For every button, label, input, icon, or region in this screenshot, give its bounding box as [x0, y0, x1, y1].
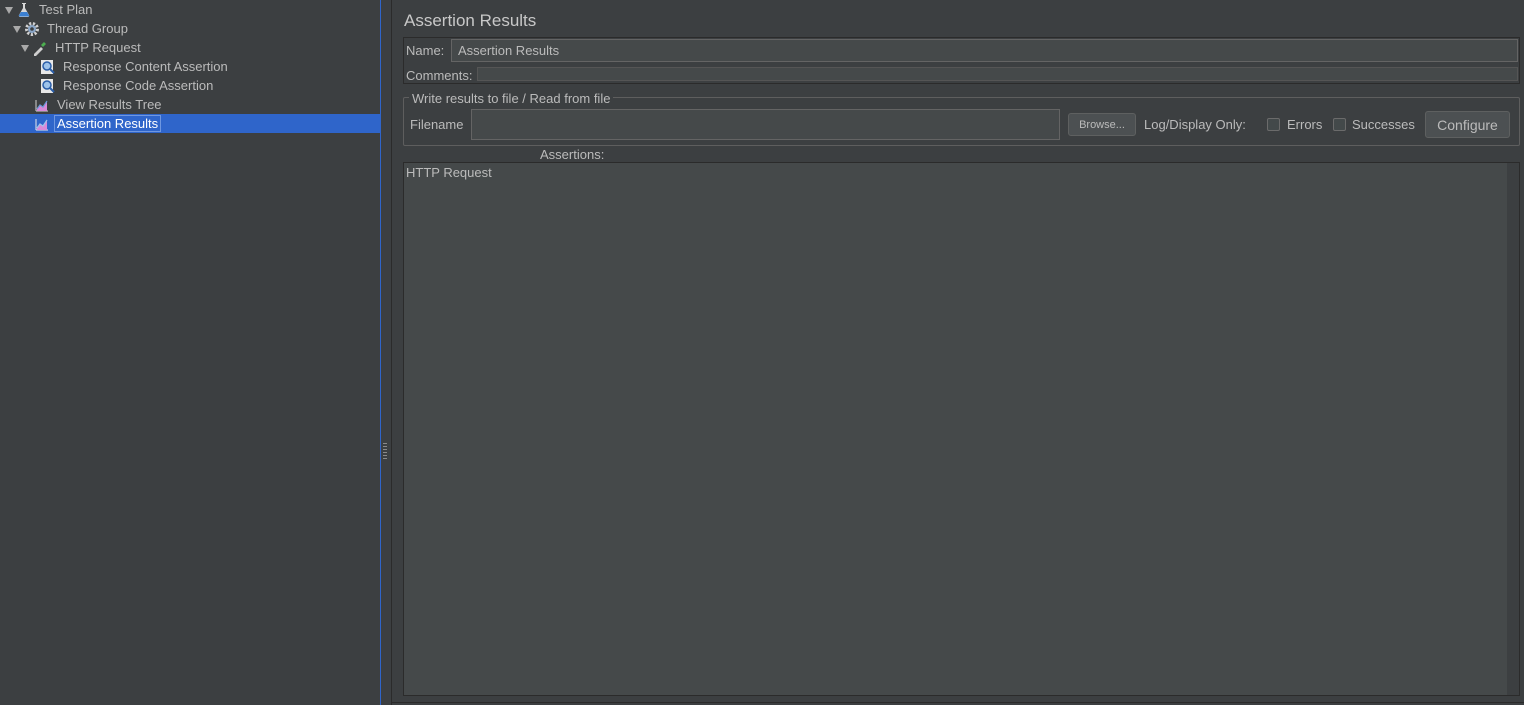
- name-field[interactable]: Assertion Results: [451, 39, 1518, 62]
- split-pane-divider[interactable]: [380, 0, 388, 705]
- assertion-results-panel: Assertion Results Name: Assertion Result…: [391, 0, 1524, 705]
- errors-checkbox[interactable]: [1267, 118, 1280, 131]
- graph-icon: [34, 97, 50, 113]
- jmeter-window: Test Plan Thread Group HTTP Request Resp…: [0, 0, 1524, 705]
- tree-item-label: Test Plan: [39, 2, 93, 17]
- graph-icon: [34, 116, 50, 132]
- drag-grip-icon[interactable]: [383, 443, 387, 461]
- filename-field[interactable]: [471, 109, 1060, 140]
- assertions-label: Assertions:: [540, 147, 605, 162]
- vertical-scrollbar[interactable]: [1507, 163, 1519, 695]
- file-group-title: Write results to file / Read from file: [409, 91, 614, 106]
- tree-item-view-results-tree[interactable]: View Results Tree: [34, 95, 164, 114]
- expand-toggle-icon[interactable]: [20, 43, 30, 53]
- name-label: Name:: [406, 43, 445, 58]
- configure-button[interactable]: Configure: [1425, 111, 1510, 138]
- test-plan-tree[interactable]: Test Plan Thread Group HTTP Request Resp…: [0, 0, 380, 705]
- page-title: Assertion Results: [404, 11, 537, 30]
- successes-label: Successes: [1352, 117, 1415, 132]
- log-display-label: Log/Display Only:: [1144, 117, 1246, 132]
- flask-icon: [16, 2, 32, 18]
- tree-item-response-content-assertion[interactable]: Response Content Assertion: [40, 57, 230, 76]
- pipette-icon: [32, 40, 48, 56]
- expand-toggle-icon[interactable]: [4, 5, 14, 15]
- tree-item-thread-group[interactable]: Thread Group: [12, 19, 130, 38]
- magnifier-icon: [40, 59, 56, 75]
- errors-label: Errors: [1287, 117, 1323, 132]
- tree-item-label: Response Content Assertion: [63, 59, 228, 74]
- tree-item-label: Thread Group: [47, 21, 128, 36]
- assertions-text-area[interactable]: HTTP Request: [403, 162, 1520, 696]
- tree-item-label: Assertion Results: [53, 115, 162, 132]
- tree-item-http-request[interactable]: HTTP Request: [20, 38, 143, 57]
- expand-toggle-icon[interactable]: [12, 24, 22, 34]
- tree-item-label: Response Code Assertion: [63, 78, 214, 93]
- filename-label: Filename: [410, 117, 464, 132]
- comments-label: Comments:: [406, 68, 473, 83]
- tree-item-test-plan[interactable]: Test Plan: [4, 0, 94, 19]
- tree-item-assertion-results[interactable]: Assertion Results: [0, 114, 380, 133]
- assertion-entry: HTTP Request: [406, 165, 492, 180]
- tree-item-response-code-assertion[interactable]: Response Code Assertion: [40, 76, 215, 95]
- magnifier-icon: [40, 78, 56, 94]
- gear-icon: [24, 21, 40, 37]
- successes-checkbox[interactable]: [1333, 118, 1346, 131]
- tree-item-label: HTTP Request: [55, 40, 141, 55]
- comments-field[interactable]: [477, 67, 1518, 81]
- browse-button[interactable]: Browse...: [1068, 113, 1136, 136]
- tree-item-label: View Results Tree: [57, 97, 162, 112]
